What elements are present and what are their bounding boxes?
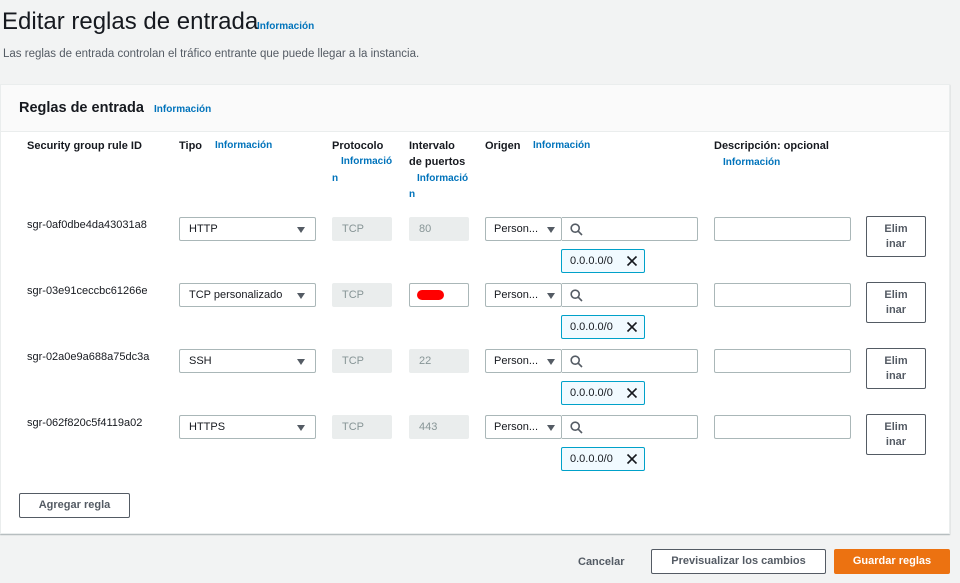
search-icon xyxy=(570,421,583,434)
col-header-port-range-b: de puertos xyxy=(409,156,466,168)
col-header-type: Tipo xyxy=(179,140,203,152)
cidr-token: 0.0.0.0/0 xyxy=(561,315,645,339)
type-select[interactable]: TCP personalizado xyxy=(179,283,316,307)
col-header-source: Origen xyxy=(485,140,521,152)
port-info-link-b[interactable]: n xyxy=(409,189,415,200)
rule-id: sgr-02a0e9a688a75dc3a xyxy=(27,351,150,363)
caret-down-icon xyxy=(297,293,305,299)
col-header-rule-id: Security group rule ID xyxy=(27,140,142,152)
description-input[interactable] xyxy=(714,415,851,439)
delete-label-b: inar xyxy=(885,370,907,382)
inbound-rules-panel: Reglas de entrada Información Security g… xyxy=(0,84,950,534)
description-info-link[interactable]: Información xyxy=(723,157,780,168)
type-select[interactable]: HTTP xyxy=(179,217,316,241)
port-range-field: 22 xyxy=(409,349,469,373)
source-select[interactable]: Person... xyxy=(485,415,562,439)
panel-info-link[interactable]: Información xyxy=(154,104,211,115)
port-range-input[interactable] xyxy=(409,283,469,307)
caret-down-icon xyxy=(547,425,555,431)
page-title-text: Editar reglas de entrada xyxy=(2,8,259,35)
source-select[interactable]: Person... xyxy=(485,349,562,373)
type-select-value: SSH xyxy=(189,355,212,367)
cidr-token: 0.0.0.0/0 xyxy=(561,447,645,471)
port-range-field: 443 xyxy=(409,415,469,439)
delete-label-a: Elim xyxy=(884,421,908,433)
cidr-token: 0.0.0.0/0 xyxy=(561,249,645,273)
protocol-field: TCP xyxy=(332,283,392,307)
type-select[interactable]: HTTPS xyxy=(179,415,316,439)
cidr-token-label: 0.0.0.0/0 xyxy=(570,321,613,333)
cancel-button[interactable]: Cancelar xyxy=(578,556,624,568)
source-select[interactable]: Person... xyxy=(485,217,562,241)
delete-label-a: Elim xyxy=(884,355,908,367)
source-select-value: Person... xyxy=(494,421,539,433)
search-icon xyxy=(570,355,583,368)
source-info-link[interactable]: Información xyxy=(533,140,590,151)
delete-rule-button[interactable]: Elim inar xyxy=(866,414,926,455)
port-range-field: 80 xyxy=(409,217,469,241)
port-info-link-a[interactable]: Informació xyxy=(417,173,468,184)
delete-label-b: inar xyxy=(885,238,907,250)
save-rules-button[interactable]: Guardar reglas xyxy=(834,549,950,574)
close-icon[interactable] xyxy=(626,321,638,333)
protocol-field: TCP xyxy=(332,415,392,439)
page-title: Editar reglas de entrada xyxy=(2,8,258,36)
cidr-token: 0.0.0.0/0 xyxy=(561,381,645,405)
description-input[interactable] xyxy=(714,217,851,241)
cidr-token-label: 0.0.0.0/0 xyxy=(570,255,613,267)
type-info-link[interactable]: Información xyxy=(215,140,272,151)
source-search-input[interactable] xyxy=(562,217,698,241)
redaction-mark xyxy=(417,290,444,300)
delete-rule-button[interactable]: Elim inar xyxy=(866,216,926,257)
protocol-field: TCP xyxy=(332,349,392,373)
rule-id: sgr-03e91ceccbc61266e xyxy=(27,285,148,297)
source-search-input[interactable] xyxy=(562,415,698,439)
caret-down-icon xyxy=(297,425,305,431)
delete-rule-button[interactable]: Elim inar xyxy=(866,348,926,389)
caret-down-icon xyxy=(547,293,555,299)
col-header-protocol: Protocolo xyxy=(332,140,384,152)
source-search-input[interactable] xyxy=(562,283,698,307)
panel-header: Reglas de entrada Información xyxy=(1,85,949,132)
close-icon[interactable] xyxy=(626,387,638,399)
delete-rule-button[interactable]: Elim inar xyxy=(866,282,926,323)
description-input[interactable] xyxy=(714,349,851,373)
protocol-info-link-a[interactable]: Informació xyxy=(341,156,392,167)
caret-down-icon xyxy=(297,359,305,365)
delete-label-a: Elim xyxy=(884,223,908,235)
col-header-description: Descripción: opcional xyxy=(714,140,829,152)
description-input[interactable] xyxy=(714,283,851,307)
page-description: Las reglas de entrada controlan el tráfi… xyxy=(3,48,420,60)
close-icon[interactable] xyxy=(626,453,638,465)
type-select-value: TCP personalizado xyxy=(189,289,283,301)
delete-label-b: inar xyxy=(885,304,907,316)
type-select-value: HTTPS xyxy=(189,421,226,433)
cidr-token-label: 0.0.0.0/0 xyxy=(570,453,613,465)
panel-title: Reglas de entrada xyxy=(19,100,144,116)
search-icon xyxy=(570,289,583,302)
rule-id: sgr-0af0dbe4da43031a8 xyxy=(27,219,147,231)
protocol-info-link-b[interactable]: n xyxy=(332,173,338,184)
type-select-value: HTTP xyxy=(189,223,218,235)
caret-down-icon xyxy=(297,227,305,233)
source-select-value: Person... xyxy=(494,223,539,235)
source-select-value: Person... xyxy=(494,355,539,367)
source-search-input[interactable] xyxy=(562,349,698,373)
caret-down-icon xyxy=(547,359,555,365)
rule-id: sgr-062f820c5f4119a02 xyxy=(27,417,143,429)
title-info-link[interactable]: Información xyxy=(257,21,314,32)
delete-label-b: inar xyxy=(885,436,907,448)
col-header-port-range-a: Intervalo xyxy=(409,140,455,152)
add-rule-button[interactable]: Agregar regla xyxy=(19,493,130,518)
source-select-value: Person... xyxy=(494,289,539,301)
type-select[interactable]: SSH xyxy=(179,349,316,373)
source-select[interactable]: Person... xyxy=(485,283,562,307)
close-icon[interactable] xyxy=(626,255,638,267)
protocol-field: TCP xyxy=(332,217,392,241)
caret-down-icon xyxy=(547,227,555,233)
preview-changes-button[interactable]: Previsualizar los cambios xyxy=(651,549,826,574)
search-icon xyxy=(570,223,583,236)
delete-label-a: Elim xyxy=(884,289,908,301)
cidr-token-label: 0.0.0.0/0 xyxy=(570,387,613,399)
